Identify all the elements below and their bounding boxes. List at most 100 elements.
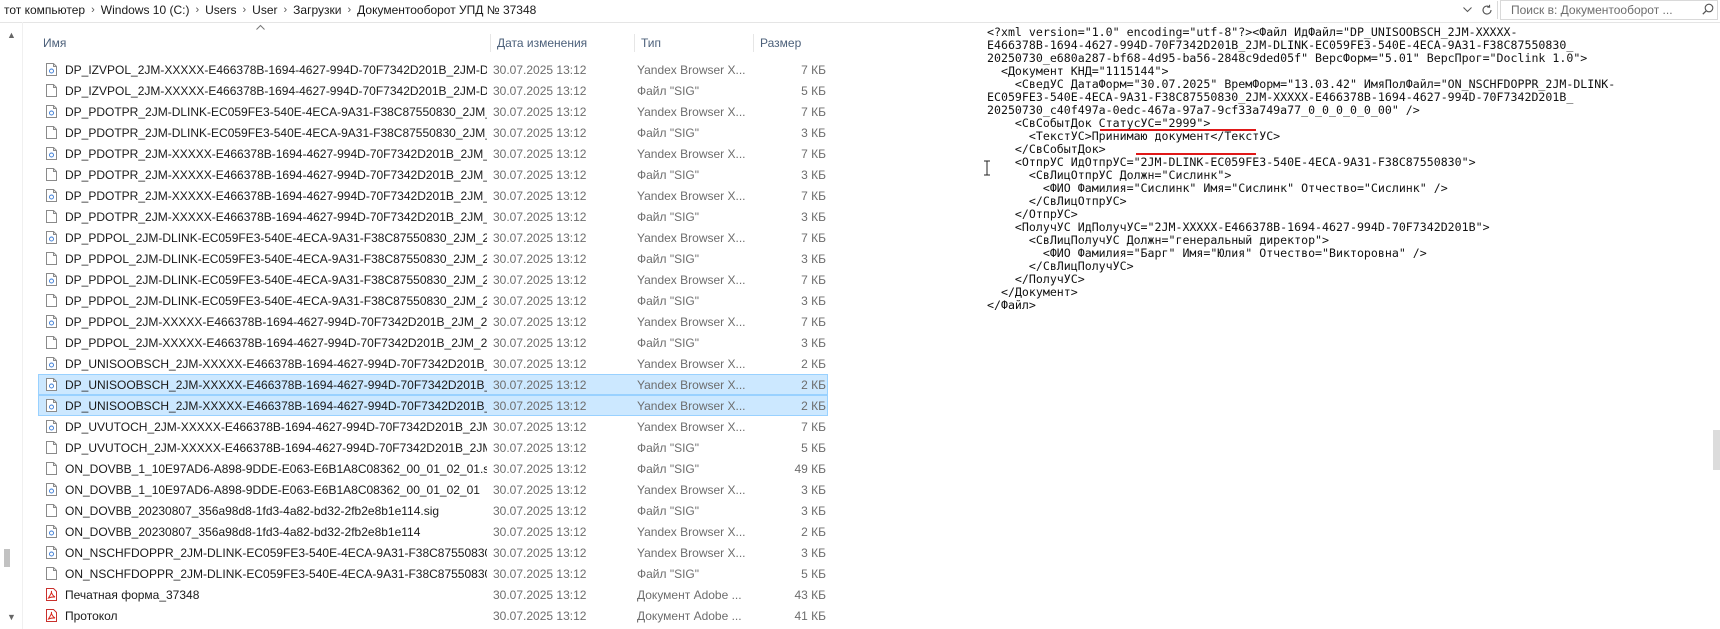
search-icon[interactable] (1699, 3, 1717, 18)
file-row[interactable]: DP_PDPOL_2JM-DLINK-EC059FE3-540E-4ECA-9A… (38, 248, 828, 269)
scroll-up-icon[interactable]: ▲ (7, 30, 16, 40)
breadcrumb-separator[interactable]: › (193, 4, 201, 16)
file-name: DP_PDOTPR_2JM-XXXXX-E466378B-1694-4627-9… (65, 168, 487, 182)
breadcrumb-item-downloads[interactable]: Загрузки (289, 3, 345, 17)
file-row[interactable]: DP_UNISOOBSCH_2JM-XXXXX-E466378B-1694-46… (38, 353, 828, 374)
file-size: 7 КБ (801, 189, 826, 203)
file-size: 7 КБ (801, 273, 826, 287)
file-date: 30.07.2025 13:12 (493, 63, 587, 77)
file-row[interactable]: DP_PDOTPR_2JM-XXXXX-E466378B-1694-4627-9… (38, 143, 828, 164)
file-name: ON_NSCHFDOPPR_2JM-DLINK-EC059FE3-540E-4E… (65, 546, 487, 560)
column-header-type[interactable]: Тип (634, 34, 751, 52)
file-date: 30.07.2025 13:12 (493, 441, 587, 455)
file-row[interactable]: DP_PDPOL_2JM-XXXXX-E466378B-1694-4627-99… (38, 311, 828, 332)
breadcrumb-item-users[interactable]: Users (201, 3, 240, 17)
file-row[interactable]: DP_PDOTPR_2JM-XXXXX-E466378B-1694-4627-9… (38, 185, 828, 206)
file-type: Файл "SIG" (637, 462, 700, 476)
file-date: 30.07.2025 13:12 (493, 420, 587, 434)
file-name: Протокол (65, 609, 118, 623)
file-row[interactable]: DP_UVUTOCH_2JM-XXXXX-E466378B-1694-4627-… (38, 416, 828, 437)
file-row[interactable]: DP_PDPOL_2JM-DLINK-EC059FE3-540E-4ECA-9A… (38, 227, 828, 248)
file-row[interactable]: DP_UNISOOBSCH_2JM-XXXXX-E466378B-1694-46… (38, 395, 828, 416)
preview-scrollbar-thumb[interactable] (1713, 430, 1720, 470)
preview-pane: <?xml version="1.0" encoding="utf-8"?><Ф… (987, 26, 1717, 626)
file-row[interactable]: DP_PDOTPR_2JM-XXXXX-E466378B-1694-4627-9… (38, 206, 828, 227)
column-header-date[interactable]: Дата изменения (490, 34, 627, 52)
file-row[interactable]: ON_DOVBB_20230807_356a98d8-1fd3-4a82-bd3… (38, 521, 828, 542)
file-icon (46, 441, 57, 454)
xml-file-icon (46, 525, 57, 538)
file-size: 3 КБ (801, 126, 826, 140)
file-type: Файл "SIG" (637, 504, 700, 518)
file-row[interactable]: DP_UVUTOCH_2JM-XXXXX-E466378B-1694-4627-… (38, 437, 828, 458)
file-row[interactable]: DP_PDOTPR_2JM-DLINK-EC059FE3-540E-4ECA-9… (38, 122, 828, 143)
file-row[interactable]: DP_UNISOOBSCH_2JM-XXXXX-E466378B-1694-46… (38, 374, 828, 395)
file-date: 30.07.2025 13:12 (493, 525, 587, 539)
column-header-name[interactable]: Имя (43, 34, 66, 52)
file-icon (46, 210, 57, 223)
file-row[interactable]: ON_DOVBB_1_10E97AD6-A898-9DDE-E063-E6B1A… (38, 458, 828, 479)
navigation-scrollbar-thumb[interactable] (4, 549, 10, 567)
search-input[interactable] (1509, 2, 1700, 18)
file-row[interactable]: DP_PDPOL_2JM-DLINK-EC059FE3-540E-4ECA-9A… (38, 290, 828, 311)
file-row[interactable]: DP_PDPOL_2JM-XXXXX-E466378B-1694-4627-99… (38, 332, 828, 353)
file-name: DP_PDOTPR_2JM-DLINK-EC059FE3-540E-4ECA-9… (65, 126, 487, 140)
breadcrumb-separator[interactable]: › (282, 4, 290, 16)
breadcrumb-item-this-pc[interactable]: тот компьютер (0, 3, 89, 17)
file-name: DP_UNISOOBSCH_2JM-XXXXX-E466378B-1694-46… (65, 378, 487, 392)
pdf-icon (46, 588, 57, 601)
file-size: 3 КБ (801, 252, 826, 266)
file-icon (46, 84, 57, 97)
file-size: 7 КБ (801, 105, 826, 119)
file-name: ON_DOVBB_20230807_356a98d8-1fd3-4a82-bd3… (65, 504, 440, 518)
breadcrumb-item-current-folder[interactable]: Документооборот УПД № 37348 (353, 3, 540, 17)
file-name: DP_PDOTPR_2JM-XXXXX-E466378B-1694-4627-9… (65, 147, 487, 161)
file-size: 5 КБ (801, 567, 826, 581)
file-name: DP_UVUTOCH_2JM-XXXXX-E466378B-1694-4627-… (65, 420, 487, 434)
file-row[interactable]: ON_DOVBB_20230807_356a98d8-1fd3-4a82-bd3… (38, 500, 828, 521)
file-date: 30.07.2025 13:12 (493, 483, 587, 497)
file-date: 30.07.2025 13:12 (493, 126, 587, 140)
xml-file-icon (46, 147, 57, 160)
column-header-size[interactable]: Размер (753, 34, 824, 52)
file-name: DP_PDPOL_2JM-DLINK-EC059FE3-540E-4ECA-9A… (65, 273, 487, 287)
file-date: 30.07.2025 13:12 (493, 294, 587, 308)
file-icon (46, 168, 57, 181)
file-type: Документ Adobe ... (637, 609, 742, 623)
file-row[interactable]: ON_NSCHFDOPPR_2JM-DLINK-EC059FE3-540E-4E… (38, 563, 828, 584)
breadcrumb-separator[interactable]: › (240, 4, 248, 16)
file-type: Yandex Browser X... (637, 189, 746, 203)
file-icon (46, 252, 57, 265)
file-name: Печатная форма_37348 (65, 588, 200, 602)
file-size: 41 КБ (794, 609, 826, 623)
file-row[interactable]: DP_IZVPOL_2JM-XXXXX-E466378B-1694-4627-9… (38, 59, 828, 80)
breadcrumb-separator[interactable]: › (345, 4, 353, 16)
file-type: Файл "SIG" (637, 210, 700, 224)
file-date: 30.07.2025 13:12 (493, 231, 587, 245)
file-row[interactable]: ON_DOVBB_1_10E97AD6-A898-9DDE-E063-E6B1A… (38, 479, 828, 500)
breadcrumb-item-user[interactable]: User (248, 3, 281, 17)
file-type: Файл "SIG" (637, 252, 700, 266)
breadcrumb-separator[interactable]: › (89, 4, 97, 16)
file-type: Yandex Browser X... (637, 483, 746, 497)
scroll-down-icon[interactable]: ▼ (7, 612, 16, 622)
chevron-down-icon[interactable] (1457, 1, 1477, 19)
file-row[interactable]: ON_NSCHFDOPPR_2JM-DLINK-EC059FE3-540E-4E… (38, 542, 828, 563)
file-row[interactable]: DP_IZVPOL_2JM-XXXXX-E466378B-1694-4627-9… (38, 80, 828, 101)
file-size: 7 КБ (801, 63, 826, 77)
file-row[interactable]: DP_PDOTPR_2JM-XXXXX-E466378B-1694-4627-9… (38, 164, 828, 185)
file-row[interactable]: DP_PDPOL_2JM-DLINK-EC059FE3-540E-4ECA-9A… (38, 269, 828, 290)
file-row[interactable]: Протокол 30.07.2025 13:12 Документ Adobe .… (38, 605, 828, 626)
annotation-underline (1100, 129, 1256, 131)
file-type: Файл "SIG" (637, 567, 700, 581)
refresh-icon[interactable] (1477, 1, 1498, 19)
file-size: 49 КБ (794, 462, 826, 476)
file-row[interactable]: Печатная форма_37348 30.07.2025 13:12 Доку… (38, 584, 828, 605)
file-type: Yandex Browser X... (637, 525, 746, 539)
file-size: 2 КБ (801, 399, 826, 413)
breadcrumb-item-drive[interactable]: Windows 10 (C:) (97, 3, 194, 17)
breadcrumb[interactable]: тот компьютер › Windows 10 (C:) › Users … (0, 0, 1440, 20)
search-box[interactable] (1500, 0, 1718, 20)
file-row[interactable]: DP_PDOTPR_2JM-DLINK-EC059FE3-540E-4ECA-9… (38, 101, 828, 122)
file-type: Yandex Browser X... (637, 105, 746, 119)
